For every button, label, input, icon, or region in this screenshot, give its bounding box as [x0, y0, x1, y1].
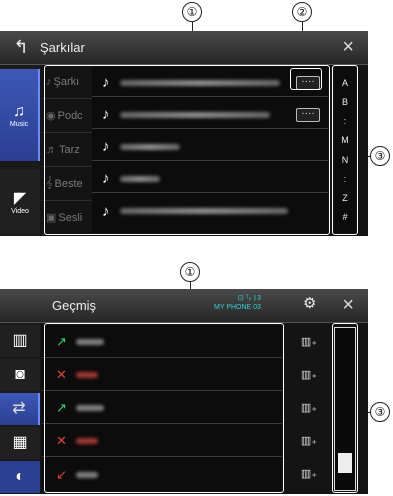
signal-bluetooth-icons: ⊡ ᵀᵢₗ ᛒ3 — [237, 295, 261, 302]
manual-figure: ① ② ③ ↰ Şarkılar × ♫ Music ◤ Video ♪ Şark… — [0, 0, 393, 496]
scrollbar-highlight-frame — [332, 323, 358, 493]
voice-recognition-icon: ◐ — [15, 468, 25, 485]
history-header: Geçmiş ⊡ ᵀᵢₗ ᛒ3 MY PHONE 03 ⚙ × — [0, 289, 368, 323]
video-source-button[interactable]: ◤ Video — [0, 169, 40, 235]
phone-sidebar: ▥ ◙ ⇄ ▦ ◐ — [0, 323, 40, 494]
video-label: Video — [11, 207, 29, 215]
contact-card-icon: ◙ — [15, 366, 25, 383]
music-source-button[interactable]: ♫ Music — [0, 69, 40, 161]
keypad-button[interactable]: ▦ — [0, 427, 40, 459]
device-name: MY PHONE 03 — [214, 304, 261, 311]
callout-3-bottom: ③ — [370, 402, 390, 422]
video-clapper-icon: ◤ — [13, 189, 27, 207]
songs-header: ↰ Şarkılar × — [0, 31, 368, 65]
source-sidebar: ♫ Music ◤ Video — [0, 65, 40, 236]
add-to-phonebook-button[interactable]: ▥₊ — [298, 467, 320, 481]
add-to-phonebook-button[interactable]: ▥₊ — [298, 434, 320, 448]
contacts-button[interactable]: ◙ — [0, 359, 40, 391]
phone-status: ⊡ ᵀᵢₗ ᛒ3 MY PHONE 03 — [214, 294, 261, 312]
add-to-phonebook-button[interactable]: ▥₊ — [298, 368, 320, 382]
page-title: Geçmiş — [52, 298, 97, 313]
back-arrow-icon[interactable]: ↰ — [10, 36, 32, 58]
close-button[interactable]: × — [342, 293, 354, 317]
songs-screen: ↰ Şarkılar × ♫ Music ◤ Video ♪ Şarkı ◉ Pod… — [0, 31, 368, 236]
keypad-icon: ▦ — [12, 434, 28, 451]
list-highlight-frame — [44, 323, 284, 493]
page-title: Şarkılar — [40, 40, 85, 55]
list-highlight-frame — [44, 65, 330, 235]
call-history-button[interactable]: ⇄ — [0, 393, 40, 425]
add-to-phonebook-button[interactable]: ▥₊ — [298, 401, 320, 415]
phonebook-button[interactable]: ▥ — [0, 325, 40, 357]
callout-2-top: ② — [292, 2, 312, 22]
callout-1-bottom: ① — [180, 262, 200, 282]
callout-3-top: ③ — [370, 146, 390, 166]
music-label: Music — [9, 120, 29, 128]
close-button[interactable]: × — [342, 35, 354, 59]
index-highlight-frame — [332, 65, 358, 235]
voice-recognition-button[interactable]: ◐ — [0, 461, 40, 493]
add-to-phonebook-button[interactable]: ▥₊ — [298, 335, 320, 349]
history-screen: Geçmiş ⊡ ᵀᵢₗ ᛒ3 MY PHONE 03 ⚙ × ▥ ◙ ⇄ ▦ … — [0, 289, 368, 494]
more-highlight-frame — [290, 68, 322, 90]
music-note-icon: ♫ — [13, 102, 25, 120]
phonebook-icon: ▥ — [12, 332, 28, 349]
call-history-icon: ⇄ — [12, 400, 26, 417]
gear-icon[interactable]: ⚙ — [303, 294, 316, 312]
callout-1-top: ① — [182, 2, 202, 22]
